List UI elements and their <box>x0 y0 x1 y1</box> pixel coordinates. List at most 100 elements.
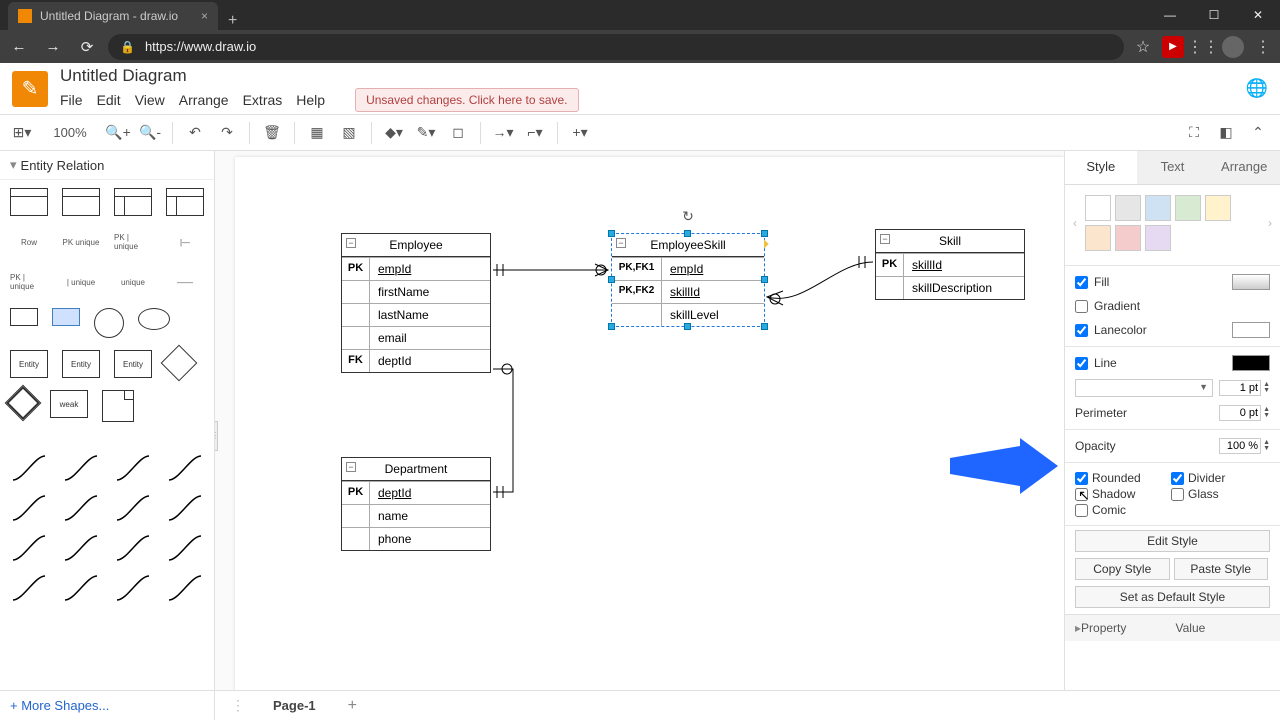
doc-title[interactable]: Untitled Diagram <box>60 66 579 86</box>
to-front-button[interactable]: ▦ <box>303 119 331 147</box>
shape-relation-line[interactable] <box>166 454 204 482</box>
shape-circle[interactable] <box>94 308 124 338</box>
swatch-next[interactable]: › <box>1264 216 1276 230</box>
resize-handle-s[interactable] <box>684 323 691 330</box>
tab-text[interactable]: Text <box>1137 151 1209 184</box>
fill-color-swatch[interactable] <box>1232 274 1270 290</box>
format-panel-button[interactable]: ◧ <box>1212 119 1240 147</box>
shadow-checkbox[interactable] <box>1075 488 1088 501</box>
redo-button[interactable]: ↷ <box>213 119 241 147</box>
window-minimize-icon[interactable]: — <box>1148 0 1192 30</box>
rotate-handle[interactable]: ↻ <box>682 208 694 225</box>
menu-extras[interactable]: Extras <box>243 92 283 108</box>
entity-department[interactable]: −Department PKdeptId name phone <box>341 457 491 551</box>
shape-entity3[interactable]: Entity <box>114 350 152 378</box>
profile-avatar[interactable] <box>1222 36 1244 58</box>
collapse-icon[interactable]: − <box>616 238 626 248</box>
shape-relation-line[interactable] <box>166 534 204 562</box>
collapse-icon[interactable]: − <box>346 462 356 472</box>
shape-text6[interactable]: unique <box>114 268 152 296</box>
chrome-menu-icon[interactable]: ⋮ <box>1252 36 1274 58</box>
shape-text4[interactable]: PK | unique <box>10 268 48 296</box>
lanecolor-checkbox[interactable] <box>1075 324 1088 337</box>
shape-entity2[interactable]: Entity <box>62 350 100 378</box>
shape-entity1[interactable]: Entity <box>10 350 48 378</box>
more-shapes-button[interactable]: + More Shapes... <box>0 691 215 720</box>
glass-checkbox[interactable] <box>1171 488 1184 501</box>
collapse-icon[interactable]: − <box>346 238 356 248</box>
color-swatch[interactable] <box>1085 195 1111 221</box>
menu-help[interactable]: Help <box>296 92 325 108</box>
resize-handle-se[interactable] <box>761 323 768 330</box>
page-tab[interactable]: Page-1 <box>257 692 332 719</box>
address-bar[interactable]: 🔒 https://www.draw.io <box>108 34 1124 60</box>
comic-checkbox[interactable] <box>1075 504 1088 517</box>
resize-handle-nw[interactable] <box>608 230 615 237</box>
shape-relation-line[interactable] <box>114 494 152 522</box>
line-checkbox[interactable] <box>1075 357 1088 370</box>
property-header[interactable]: PropertyValue <box>1065 614 1280 641</box>
to-back-button[interactable]: ▧ <box>335 119 363 147</box>
color-swatch[interactable] <box>1115 225 1141 251</box>
shape-relation-line[interactable] <box>114 534 152 562</box>
entity-skill[interactable]: −Skill PKskillId skillDescription <box>875 229 1025 300</box>
undo-button[interactable]: ↶ <box>181 119 209 147</box>
shape-relation-line[interactable] <box>62 494 100 522</box>
resize-handle-w[interactable] <box>608 276 615 283</box>
connection-button[interactable]: →▾ <box>489 119 517 147</box>
menu-edit[interactable]: Edit <box>97 92 121 108</box>
close-tab-icon[interactable]: × <box>201 9 208 23</box>
zoom-out-button[interactable]: 🔍- <box>136 119 164 147</box>
shape-diamond[interactable] <box>161 345 198 382</box>
shape-cloud[interactable] <box>138 308 170 330</box>
shape-relation-line[interactable] <box>114 454 152 482</box>
ext-icon[interactable]: ⋮⋮ <box>1192 36 1214 58</box>
line-color-button[interactable]: ✎▾ <box>412 119 440 147</box>
palette-title[interactable]: Entity Relation <box>0 151 214 180</box>
view-grid-button[interactable]: ⊞▾ <box>8 119 36 147</box>
entity-employeeskill[interactable]: ↻ −EmployeeSkill PK,FK1empId PK,FK2skill… <box>611 233 765 327</box>
fill-color-button[interactable]: ◆▾ <box>380 119 408 147</box>
tab-arrange[interactable]: Arrange <box>1208 151 1280 184</box>
line-weight-down[interactable]: ▼ <box>1263 388 1270 394</box>
zoom-in-button[interactable]: 🔍+ <box>104 119 132 147</box>
shape-relation-line[interactable] <box>166 574 204 602</box>
color-swatch[interactable] <box>1115 195 1141 221</box>
shape-relation-line[interactable] <box>10 574 48 602</box>
resize-handle-n[interactable] <box>684 230 691 237</box>
shape-relation-line[interactable] <box>114 574 152 602</box>
color-swatch[interactable] <box>1205 195 1231 221</box>
shape-relation-line[interactable] <box>62 534 100 562</box>
resize-handle-e[interactable] <box>761 276 768 283</box>
opacity-input[interactable] <box>1219 438 1261 454</box>
shape-blue-rect[interactable] <box>52 308 80 326</box>
back-button[interactable]: ← <box>6 38 32 55</box>
shape-text[interactable]: PK unique <box>62 228 100 256</box>
collapse-right-button[interactable]: ⌃ <box>1244 119 1272 147</box>
shape-table-keys2[interactable] <box>166 188 204 216</box>
insert-button[interactable]: +▾ <box>566 119 594 147</box>
delete-button[interactable]: 🗑 <box>258 119 286 147</box>
window-close-icon[interactable]: ✕ <box>1236 0 1280 30</box>
shape-row-label[interactable]: Row <box>10 228 48 256</box>
shape-relation-line[interactable] <box>10 534 48 562</box>
rounded-checkbox[interactable] <box>1075 472 1088 485</box>
forward-button[interactable]: → <box>40 38 66 55</box>
shape-diamond-double[interactable] <box>5 385 42 422</box>
new-tab-button[interactable]: + <box>218 12 247 30</box>
menu-file[interactable]: File <box>60 92 83 108</box>
save-banner[interactable]: Unsaved changes. Click here to save. <box>355 88 578 112</box>
shape-text2[interactable]: PK | unique <box>114 228 152 256</box>
waypoint-button[interactable]: ⌐▾ <box>521 119 549 147</box>
copy-style-button[interactable]: Copy Style <box>1075 558 1170 580</box>
shape-table-rows[interactable] <box>62 188 100 216</box>
menu-arrange[interactable]: Arrange <box>179 92 229 108</box>
line-style-select[interactable] <box>1075 379 1213 397</box>
language-icon[interactable]: 🌐 <box>1246 78 1268 99</box>
shadow-button[interactable]: ◻ <box>444 119 472 147</box>
swatch-prev[interactable]: ‹ <box>1069 216 1081 230</box>
shape-relation-line[interactable] <box>62 574 100 602</box>
add-page-button[interactable]: + <box>338 697 367 715</box>
set-default-style-button[interactable]: Set as Default Style <box>1075 586 1270 608</box>
collapse-icon[interactable]: − <box>880 234 890 244</box>
